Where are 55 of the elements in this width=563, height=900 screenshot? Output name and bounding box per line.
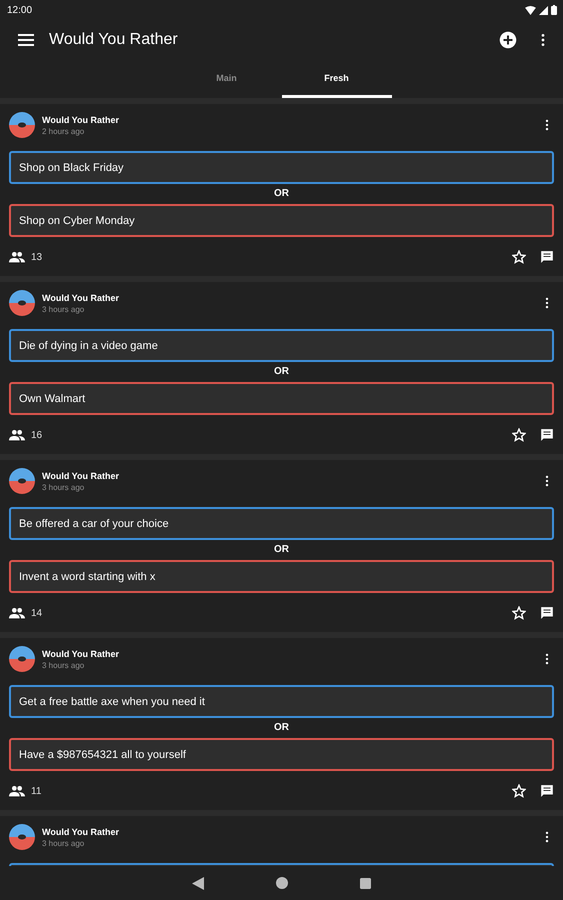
comment-button[interactable]: [540, 606, 554, 620]
vote-count: 11: [31, 786, 42, 796]
author-name: Would You Rather: [42, 114, 120, 124]
post-time: 2 hours ago: [42, 126, 86, 136]
signal-icon: [539, 6, 548, 14]
or-label: OR: [273, 365, 290, 379]
or-label: OR: [273, 721, 290, 735]
back-icon[interactable]: [192, 876, 204, 890]
menu-button[interactable]: [18, 33, 34, 47]
avatar-icon: [9, 646, 35, 672]
app-title: Would You Rather: [49, 31, 179, 49]
author-name: Would You Rather: [42, 648, 120, 658]
author-name: Would You Rather: [42, 470, 120, 480]
option-button[interactable]: Have a $987654321 all to yourself: [9, 738, 554, 771]
or-label: OR: [273, 187, 290, 201]
option-button[interactable]: Die of dying in a video game: [9, 329, 554, 362]
avatar-icon: [9, 824, 35, 850]
favorite-button[interactable]: [512, 606, 526, 620]
favorite-button[interactable]: [512, 250, 526, 264]
post-time: 3 hours ago: [42, 482, 86, 492]
people-icon: [9, 607, 25, 619]
option-button[interactable]: Get a free battle axe when you need it: [9, 685, 554, 718]
tab[interactable]: Fresh: [282, 60, 392, 98]
post-time: 3 hours ago: [42, 660, 86, 670]
or-label: OR: [273, 543, 290, 557]
wifi-icon: [525, 6, 536, 14]
comment-button[interactable]: [540, 428, 554, 442]
option-button[interactable]: Own Walmart: [9, 382, 554, 415]
comment-button[interactable]: [540, 784, 554, 798]
tab[interactable]: Main: [172, 60, 282, 98]
post-time: 3 hours ago: [42, 838, 86, 848]
option-button[interactable]: Be offered a car of your choice: [9, 507, 554, 540]
option-button[interactable]: Shop on Black Friday: [9, 151, 554, 184]
vote-count: 16: [31, 430, 44, 440]
author-name: Would You Rather: [42, 826, 120, 836]
favorite-button[interactable]: [512, 428, 526, 442]
vote-count: 14: [31, 608, 44, 618]
option-button[interactable]: Shop on Cyber Monday: [9, 204, 554, 237]
add-button[interactable]: [499, 31, 517, 49]
post-time: 3 hours ago: [42, 304, 86, 314]
favorite-button[interactable]: [512, 784, 526, 798]
comment-button[interactable]: [540, 250, 554, 264]
avatar-icon: [9, 290, 35, 316]
people-icon: [9, 785, 25, 797]
author-name: Would You Rather: [42, 292, 120, 302]
avatar-icon: [9, 112, 35, 138]
status-time: 12:00: [7, 4, 32, 16]
option-button[interactable]: Invent a word starting with x: [9, 560, 554, 593]
people-icon: [9, 429, 25, 441]
avatar-icon: [9, 468, 35, 494]
vote-count: 13: [31, 252, 44, 262]
battery-icon: [551, 5, 557, 15]
home-icon[interactable]: [276, 877, 288, 889]
recents-icon[interactable]: [360, 878, 371, 888]
people-icon: [9, 251, 25, 263]
